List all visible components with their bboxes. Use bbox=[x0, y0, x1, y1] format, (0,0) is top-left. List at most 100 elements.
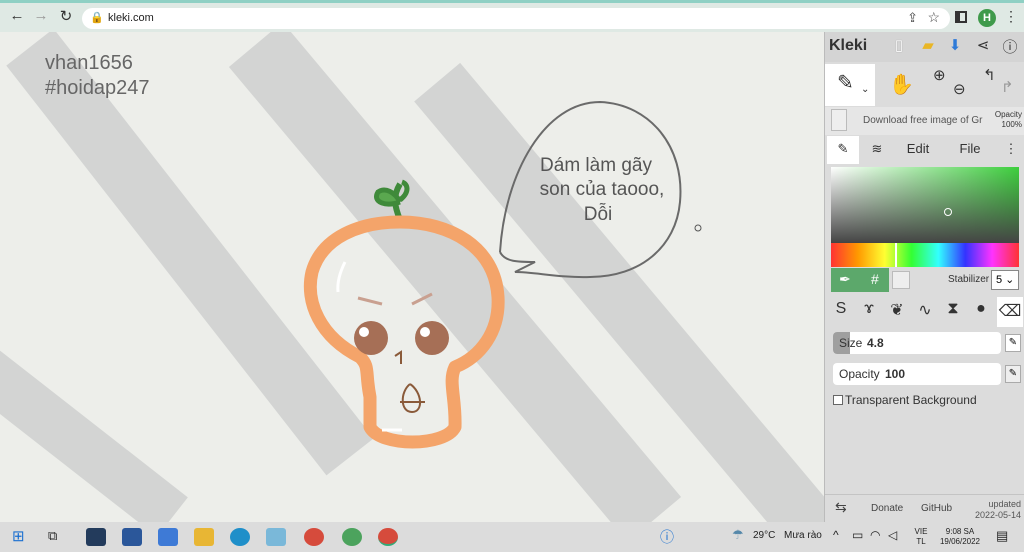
opacity-pen-pressure-toggle[interactable]: ✎ bbox=[1005, 365, 1021, 383]
brush-icon: ✎ bbox=[837, 72, 854, 94]
kleki-logo[interactable]: Kleki bbox=[829, 37, 867, 55]
size-value: 4.8 bbox=[867, 336, 884, 350]
app-mail-icon[interactable] bbox=[158, 528, 178, 546]
panel-tabs: ✎ ≋ Edit File ⋮ bbox=[825, 136, 1024, 164]
chevron-up-icon[interactable]: ^ bbox=[833, 528, 839, 542]
smudge-brush-icon[interactable]: ● bbox=[968, 300, 994, 318]
hue-marker[interactable] bbox=[895, 243, 897, 267]
tool-bar: ✎ ⌄ ✋ ⊕ ⊖ ↰ ↱ bbox=[825, 64, 1024, 106]
color-picker-area[interactable] bbox=[831, 167, 1019, 243]
color-tools: ✒ # bbox=[831, 268, 889, 292]
undo-icon[interactable]: ↰ bbox=[983, 66, 996, 84]
app-edge-icon[interactable] bbox=[230, 528, 250, 546]
pen-brush-icon[interactable]: S bbox=[828, 300, 854, 318]
battery-icon[interactable]: ▭ bbox=[852, 528, 863, 542]
profile-avatar[interactable]: H bbox=[978, 9, 996, 27]
app-explorer-icon[interactable] bbox=[194, 528, 214, 546]
character-drawing bbox=[303, 179, 505, 449]
layer-thumbnail[interactable] bbox=[831, 109, 847, 131]
browser-toolbar: ← → ↻ 🔒 kleki.com ⇪ ☆ H ⋮ bbox=[0, 0, 1024, 32]
transparent-bg-checkbox[interactable] bbox=[833, 395, 843, 405]
reload-icon[interactable]: ↻ bbox=[55, 7, 77, 25]
brand-bar: Kleki ▯ ▰ ⬇ ⋖ ⓘ bbox=[825, 32, 1024, 62]
task-view-icon[interactable]: ⧉ bbox=[48, 528, 57, 544]
help-icon[interactable]: ⓘ bbox=[1000, 36, 1020, 57]
tab-edit[interactable]: Edit bbox=[895, 136, 941, 164]
sketchy-brush-icon[interactable]: ❦ bbox=[884, 300, 910, 320]
chevron-down-icon: ⌄ bbox=[861, 84, 870, 95]
secondary-color-swatch[interactable] bbox=[892, 271, 910, 289]
more-icon[interactable]: ⋮ bbox=[1001, 136, 1021, 164]
address-bar[interactable]: 🔒 kleki.com ⇪ ☆ bbox=[82, 8, 950, 29]
redo-icon[interactable]: ↱ bbox=[1001, 78, 1014, 96]
app-chrome-active-icon[interactable] bbox=[378, 528, 398, 546]
clock[interactable]: 9:08 SA 19/06/2022 bbox=[934, 527, 986, 547]
transparent-bg-row: Transparent Background bbox=[825, 392, 1024, 412]
download-icon[interactable]: ⬇ bbox=[945, 36, 965, 54]
weather-desc[interactable]: Mưa rào bbox=[784, 530, 822, 541]
lock-icon: 🔒 bbox=[90, 12, 104, 24]
zoom-in-icon[interactable]: ⊕ bbox=[933, 66, 946, 84]
share-icon[interactable]: ⇪ bbox=[907, 10, 918, 26]
zoom-out-icon[interactable]: ⊖ bbox=[953, 80, 966, 98]
forward-icon[interactable]: → bbox=[30, 7, 52, 24]
stabilizer-select[interactable]: 5 ⌄ bbox=[991, 270, 1019, 290]
blend-brush-icon[interactable]: ɤ bbox=[856, 300, 882, 318]
sidepanel-icon[interactable] bbox=[955, 11, 967, 23]
language-indicator[interactable]: VIE TL bbox=[908, 527, 934, 547]
tab-layers[interactable]: ≋ bbox=[861, 136, 893, 164]
color-tools-row: ✒ # Stabilizer 5 ⌄ bbox=[825, 268, 1024, 292]
tab-file[interactable]: File bbox=[947, 136, 993, 164]
hue-slider[interactable] bbox=[831, 243, 1019, 267]
hand-icon[interactable]: ✋ bbox=[889, 72, 914, 97]
bubble-text-2: son của taooo, bbox=[540, 179, 665, 200]
opacity-label: Opacity bbox=[839, 367, 880, 381]
panel-footer: ⇆ Donate GitHub updated 2022-05-14 bbox=[825, 494, 1024, 522]
weather-icon[interactable]: ☂ bbox=[732, 527, 744, 543]
menu-icon[interactable]: ⋮ bbox=[1004, 8, 1018, 25]
eyedropper-icon[interactable]: ✒ bbox=[839, 271, 851, 288]
bubble-text-3: Dỗi bbox=[584, 203, 613, 225]
share-icon[interactable]: ⋖ bbox=[973, 36, 993, 54]
brush-tool[interactable]: ✎ ⌄ bbox=[825, 64, 875, 106]
brush-types-row: S ɤ ❦ ∿ ⧗ ● ⌫ bbox=[825, 297, 1024, 327]
app-paint-icon[interactable] bbox=[266, 528, 286, 546]
layer-opacity: Opacity 100% bbox=[994, 110, 1022, 129]
swap-icon[interactable]: ⇆ bbox=[835, 499, 847, 516]
layer-preview-row: Download free image of Gr Opacity 100% bbox=[825, 107, 1024, 135]
transparent-bg-label: Transparent Background bbox=[845, 393, 977, 407]
pixel-brush-icon[interactable]: ∿ bbox=[912, 300, 938, 320]
new-image-icon[interactable]: ▯ bbox=[889, 36, 909, 54]
help-tray-icon[interactable]: ⓘ bbox=[660, 527, 674, 547]
drawing-layer: Dám làm gãy son của taooo, Dỗi bbox=[303, 100, 702, 449]
opacity-value: 100 bbox=[885, 367, 906, 381]
chemy-brush-icon[interactable]: ⧗ bbox=[940, 300, 966, 318]
wifi-icon[interactable]: ◠ bbox=[870, 528, 880, 542]
tool-panel: Kleki ▯ ▰ ⬇ ⋖ ⓘ ✎ ⌄ ✋ ⊕ ⊖ ↰ ↱ Download f… bbox=[824, 32, 1024, 522]
brush-cursor bbox=[694, 224, 702, 232]
size-pen-pressure-toggle[interactable]: ✎ bbox=[1005, 334, 1021, 352]
opacity-slider[interactable]: Opacity 100 bbox=[833, 363, 1001, 385]
app-zoom-icon[interactable] bbox=[86, 528, 106, 546]
app-chrome-icon[interactable] bbox=[304, 528, 324, 546]
layer-name: Download free image of Gr bbox=[863, 115, 983, 126]
app-word-icon[interactable] bbox=[122, 528, 142, 546]
updated-info: updated 2022-05-14 bbox=[974, 499, 1021, 520]
hex-icon[interactable]: # bbox=[871, 271, 879, 287]
open-folder-icon[interactable]: ▰ bbox=[918, 36, 938, 54]
app-chrome-profile-icon[interactable] bbox=[342, 528, 362, 546]
taskbar: ⊞ ⧉ ⓘ ☂ 29°C Mưa rào ^ ▭ ◠ ◁ VIE TL 9:08 … bbox=[0, 522, 1024, 552]
eraser-icon[interactable]: ⌫ bbox=[997, 297, 1023, 327]
weather-temp[interactable]: 29°C bbox=[753, 530, 775, 541]
back-icon[interactable]: ← bbox=[6, 7, 28, 24]
github-link[interactable]: GitHub bbox=[921, 503, 952, 514]
windows-start-icon[interactable]: ⊞ bbox=[12, 527, 25, 545]
tab-brush[interactable]: ✎ bbox=[827, 136, 859, 164]
donate-link[interactable]: Donate bbox=[871, 503, 903, 514]
volume-icon[interactable]: ◁ bbox=[888, 528, 897, 542]
size-slider[interactable]: Size 4.8 bbox=[833, 332, 1001, 354]
drawing-canvas[interactable]: vhan1656 #hoidap247 Dám làm gãy son của … bbox=[0, 32, 824, 522]
star-icon[interactable]: ☆ bbox=[927, 9, 940, 26]
color-selector[interactable] bbox=[944, 208, 952, 216]
notification-icon[interactable]: ▤ bbox=[996, 528, 1008, 544]
